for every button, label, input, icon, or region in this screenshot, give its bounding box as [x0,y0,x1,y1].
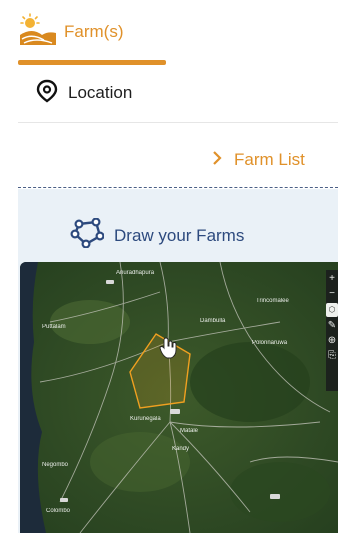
location-pin-icon [36,79,58,108]
map-label: Trincomalee [256,298,289,304]
chevron-right-icon [212,150,222,170]
polygon-draw-icon [70,217,105,253]
farm-list-link[interactable]: Farm List [212,150,305,170]
map-label: Colombo [46,508,71,514]
draw-farms-label: Draw your Farms [114,225,245,245]
map-label: Matale [180,428,199,434]
edit-tool-icon[interactable]: ✎ [326,320,338,332]
tab-location[interactable]: Location [36,78,132,108]
farm-list-label: Farm List [234,150,305,169]
map-label: Kurunegala [130,416,161,422]
tab-farms-label: Farm(s) [64,22,124,41]
map-label: Anuradhapura [116,270,155,276]
tab-location-label: Location [68,83,133,102]
draw-farms-button[interactable]: Draw your Farms [70,217,245,253]
zoom-in-icon[interactable]: + [326,273,338,285]
tab-farms[interactable]: Farm(s) [18,0,166,64]
active-tab-indicator [18,60,166,65]
map-toolbar: + − ⬡ ✎ ⊕ ⎘ [326,270,338,391]
satellite-map[interactable]: Anuradhapura Kurunegala Kandy Negombo Co… [20,262,338,533]
map-label: Dambulla [200,318,226,324]
zoom-out-icon[interactable]: − [326,288,338,300]
polygon-tool-icon[interactable]: ⬡ [326,303,338,317]
map-label: Puttalam [42,324,66,330]
dashed-divider [18,187,338,188]
locate-icon[interactable]: ⊕ [326,335,338,347]
map-label: Negombo [42,462,69,468]
map-label: Polonnaruwa [252,340,288,346]
map-label: Kandy [172,446,189,452]
layers-icon[interactable]: ⎘ [326,350,338,362]
farm-sun-icon [18,12,58,52]
divider [18,122,338,123]
